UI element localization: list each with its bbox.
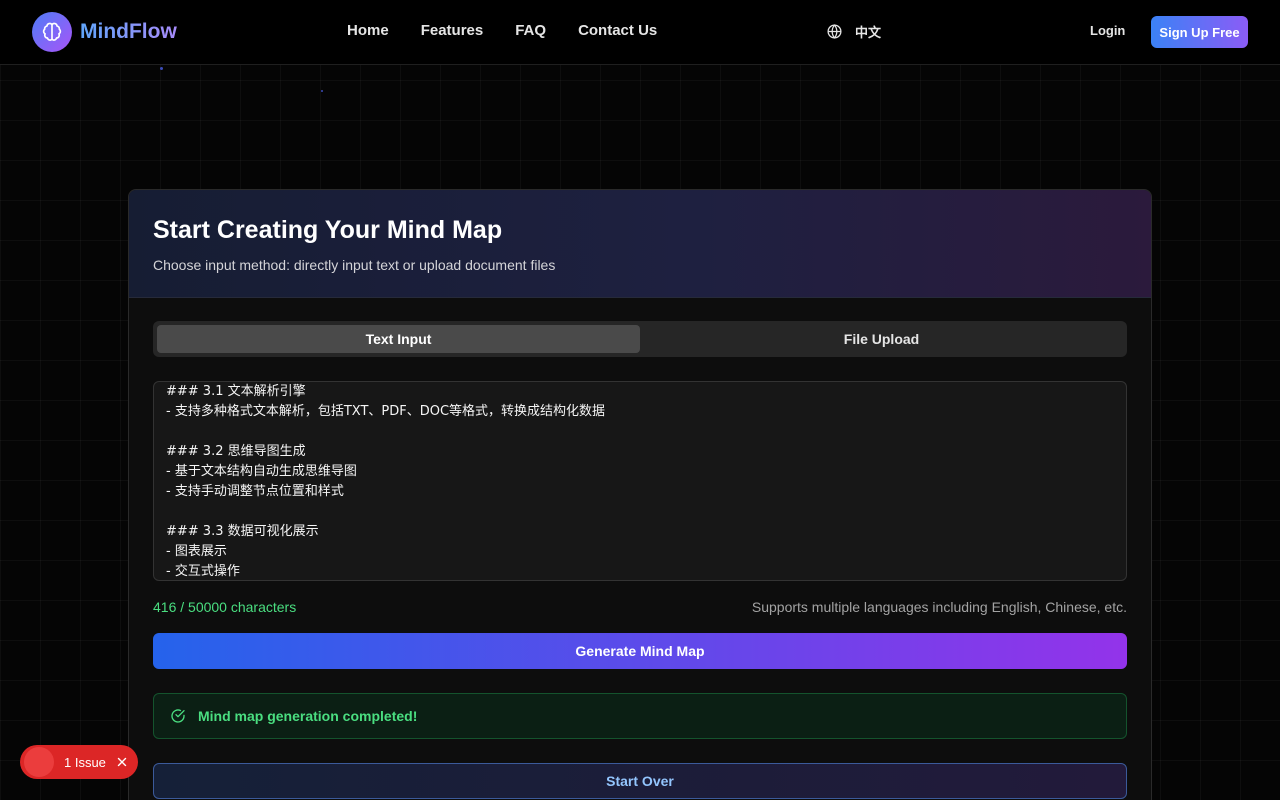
language-support-note: Supports multiple languages including En… [751, 599, 1127, 615]
check-circle-icon [171, 709, 185, 723]
login-button[interactable]: Login [1090, 23, 1125, 38]
signup-button[interactable]: Sign Up Free [1151, 16, 1248, 48]
decorative-dot [321, 90, 323, 92]
tab-text-input[interactable]: Text Input [157, 325, 640, 353]
issue-avatar [24, 747, 54, 777]
close-icon[interactable] [115, 755, 129, 769]
nav-link-faq[interactable]: FAQ [515, 22, 546, 39]
decorative-dot [160, 67, 163, 70]
language-switcher[interactable]: 中文 [826, 22, 881, 41]
nav-links: Home Features FAQ Contact Us [347, 22, 689, 39]
tab-file-upload[interactable]: File Upload [640, 325, 1123, 353]
language-label: 中文 [855, 25, 882, 40]
brand-name: MindFlow [80, 20, 177, 43]
start-over-button[interactable]: Start Over [153, 763, 1127, 799]
brand-logo[interactable]: MindFlow [32, 12, 177, 52]
nav-link-contact[interactable]: Contact Us [578, 22, 657, 39]
character-count: 416 / 50000 characters [153, 599, 297, 615]
page-subtitle: Choose input method: directly input text… [153, 257, 556, 273]
nav-link-features[interactable]: Features [421, 22, 484, 39]
mind-map-creator-card: Start Creating Your Mind Map Choose inpu… [128, 189, 1152, 800]
top-navbar: MindFlow Home Features FAQ Contact Us 中文… [0, 0, 1280, 65]
issue-count: 1 Issue [64, 754, 106, 770]
page-title: Start Creating Your Mind Map [153, 216, 503, 244]
issue-indicator[interactable]: 1 Issue [20, 745, 138, 779]
nav-link-home[interactable]: Home [347, 22, 389, 39]
text-input-area[interactable] [153, 381, 1127, 581]
brain-icon [32, 12, 72, 52]
generate-mind-map-button[interactable]: Generate Mind Map [153, 633, 1127, 669]
card-header: Start Creating Your Mind Map Choose inpu… [129, 190, 1151, 298]
success-message: Mind map generation completed! [198, 708, 418, 724]
globe-icon [827, 24, 842, 39]
input-method-tabs: Text Input File Upload [153, 321, 1127, 357]
success-alert: Mind map generation completed! [153, 693, 1127, 739]
